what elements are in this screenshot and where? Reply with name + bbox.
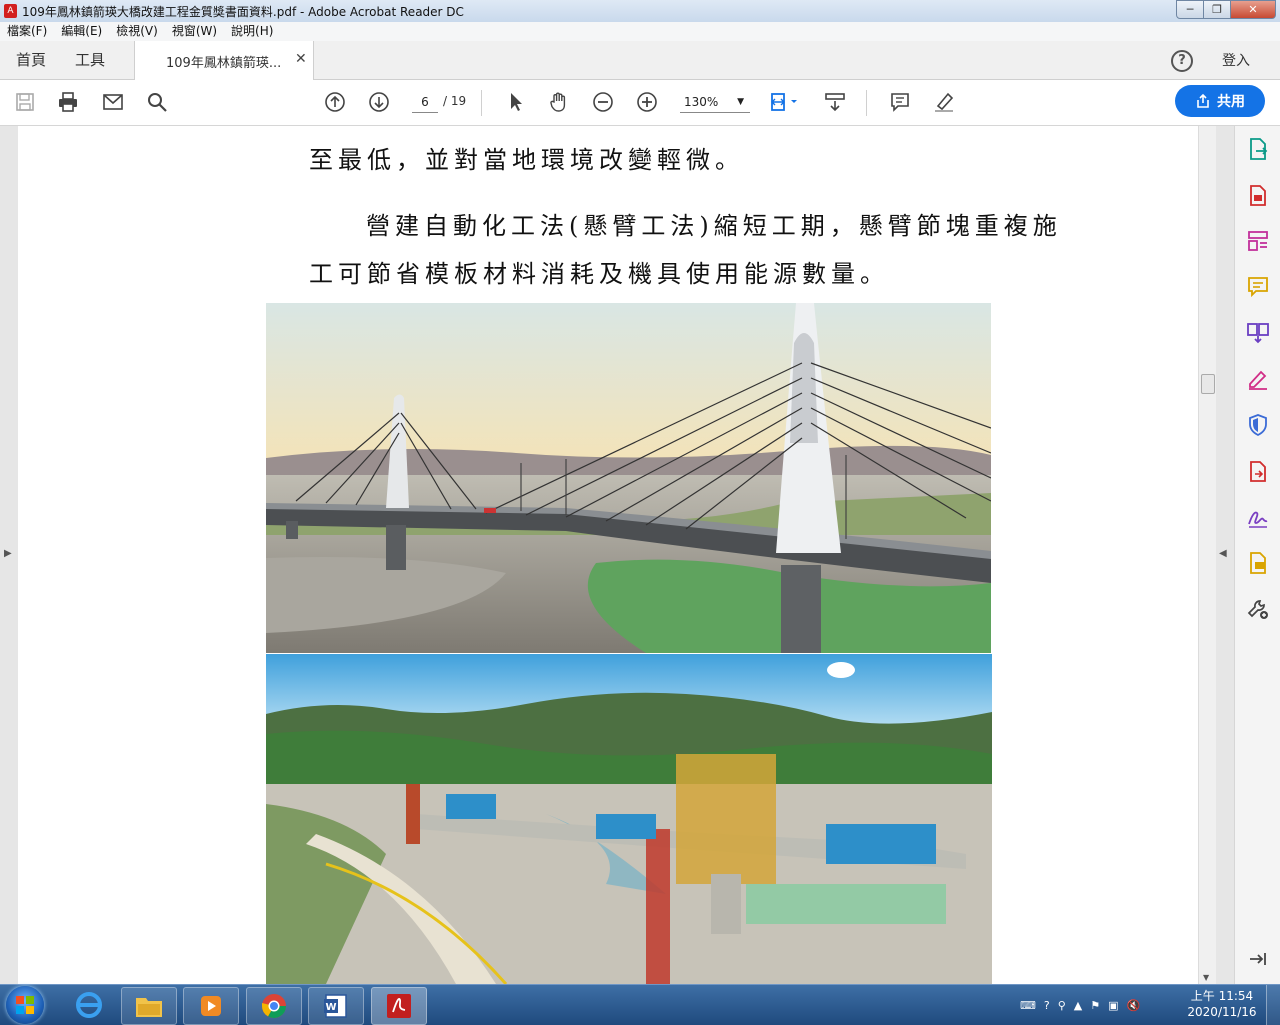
scrollbar-thumb[interactable] bbox=[1201, 374, 1215, 394]
zoom-out-icon[interactable] bbox=[591, 90, 615, 114]
menu-edit[interactable]: 編輯(E) bbox=[54, 22, 109, 41]
bridge-rendering-image bbox=[266, 303, 991, 653]
menu-window[interactable]: 視窗(W) bbox=[165, 22, 224, 41]
show-desktop-button[interactable] bbox=[1266, 985, 1280, 1025]
print-icon[interactable] bbox=[56, 90, 80, 114]
export-pdf-icon[interactable] bbox=[1246, 137, 1270, 161]
svg-text:W: W bbox=[325, 1002, 336, 1013]
document-text-line: 營建自動化工法(懸臂工法)縮短工期，懸臂節塊重複施 bbox=[366, 212, 1062, 240]
acrobat-app-icon: A bbox=[4, 4, 17, 18]
fill-sign-icon[interactable] bbox=[1246, 367, 1270, 391]
construction-site-photo bbox=[266, 654, 992, 984]
window-title: 109年鳳林鎮箭瑛大橋改建工程金質獎書面資料.pdf - Adobe Acrob… bbox=[22, 5, 464, 19]
acrobat-taskbar-icon[interactable] bbox=[371, 987, 427, 1025]
file-explorer-icon[interactable] bbox=[121, 987, 177, 1025]
protect-shield-icon[interactable] bbox=[1246, 413, 1270, 437]
windows-logo-icon bbox=[16, 996, 34, 1014]
tab-tools[interactable]: 工具 bbox=[75, 41, 105, 79]
share-button[interactable]: 共用 bbox=[1175, 85, 1265, 117]
system-tray: ⌨ ? ⚲ ▲ ⚑ ▣ 🔇 bbox=[1020, 989, 1140, 1021]
search-icon[interactable] bbox=[145, 90, 169, 114]
document-tab-label: 109年鳳林鎮箭瑛... bbox=[166, 56, 282, 71]
word-icon[interactable]: W bbox=[308, 987, 364, 1025]
document-text-line: 至最低，並對當地環境改變輕微。 bbox=[309, 146, 744, 174]
hand-tool-icon[interactable] bbox=[547, 90, 571, 114]
help-tray-icon[interactable]: ? bbox=[1044, 999, 1050, 1012]
comment-tool-icon[interactable] bbox=[1246, 275, 1270, 299]
chrome-icon[interactable] bbox=[246, 987, 302, 1025]
scroll-mode-icon[interactable] bbox=[823, 90, 847, 114]
fit-page-icon[interactable] bbox=[767, 90, 801, 114]
maximize-button[interactable]: ❐ bbox=[1203, 0, 1231, 19]
menu-bar: 檔案(F) 編輯(E) 檢視(V) 視窗(W) 說明(H) bbox=[0, 22, 1280, 42]
share-pdf-icon[interactable] bbox=[1246, 459, 1270, 483]
comment-icon[interactable] bbox=[888, 90, 912, 114]
window-controls: ─ ❐ ✕ bbox=[1176, 0, 1276, 19]
next-page-icon[interactable] bbox=[367, 90, 391, 114]
organize-comments-icon[interactable] bbox=[1246, 551, 1270, 575]
more-tools-icon[interactable] bbox=[1246, 597, 1270, 621]
tools-pane bbox=[1234, 126, 1280, 984]
zoom-level-select[interactable]: 130% ▼ bbox=[680, 92, 750, 113]
zoom-in-icon[interactable] bbox=[635, 90, 659, 114]
create-pdf-icon[interactable] bbox=[1246, 183, 1270, 207]
close-tab-icon[interactable]: ✕ bbox=[295, 51, 307, 67]
toolbar: 6 / 19 130% ▼ bbox=[0, 80, 1280, 126]
document-viewport[interactable]: 至最低，並對當地環境改變輕微。 營建自動化工法(懸臂工法)縮短工期，懸臂節塊重複… bbox=[0, 126, 1234, 984]
collapse-tools-pane-icon[interactable] bbox=[1246, 947, 1270, 971]
document-text-line: 工可節省模板材料消耗及機具使用能源數量。 bbox=[309, 260, 889, 288]
clock-date: 2020/11/16 bbox=[1187, 1005, 1257, 1019]
share-label: 共用 bbox=[1217, 94, 1245, 110]
menu-file[interactable]: 檔案(F) bbox=[0, 22, 54, 41]
page-total: / 19 bbox=[443, 94, 467, 108]
send-for-signature-icon[interactable] bbox=[1246, 505, 1270, 529]
highlight-pen-icon[interactable] bbox=[932, 90, 956, 114]
email-icon[interactable] bbox=[101, 90, 125, 114]
title-bar: A 109年鳳林鎮箭瑛大橋改建工程金質獎書面資料.pdf - Adobe Acr… bbox=[0, 0, 1280, 23]
monitor-tray-icon[interactable]: ▣ bbox=[1108, 999, 1118, 1012]
chevron-down-icon: ▼ bbox=[737, 97, 744, 107]
tab-document[interactable]: 109年鳳林鎮箭瑛... ✕ bbox=[134, 41, 314, 80]
media-player-icon[interactable] bbox=[183, 987, 239, 1025]
menu-view[interactable]: 檢視(V) bbox=[109, 22, 165, 41]
keyboard-icon[interactable]: ⌨ bbox=[1020, 999, 1036, 1012]
toolbar-divider bbox=[866, 90, 867, 116]
combine-files-icon[interactable] bbox=[1246, 321, 1270, 345]
pdf-page: 至最低，並對當地環境改變輕微。 營建自動化工法(懸臂工法)縮短工期，懸臂節塊重複… bbox=[18, 126, 1198, 984]
help-icon[interactable]: ? bbox=[1171, 50, 1193, 72]
page-number-input[interactable]: 6 bbox=[412, 92, 438, 113]
windows-taskbar: W ⌨ ? ⚲ ▲ ⚑ ▣ 🔇 上午 11:54 2020/11/16 bbox=[0, 984, 1280, 1025]
internet-explorer-icon[interactable] bbox=[62, 987, 116, 1023]
zoom-level-value: 130% bbox=[684, 95, 719, 109]
clock-time: 上午 11:54 bbox=[1190, 989, 1254, 1003]
signin-link[interactable]: 登入 bbox=[1222, 50, 1250, 70]
minimize-button[interactable]: ─ bbox=[1176, 0, 1204, 19]
previous-page-icon[interactable] bbox=[323, 90, 347, 114]
select-cursor-icon[interactable] bbox=[504, 90, 528, 114]
show-hidden-icons[interactable]: ▲ bbox=[1074, 999, 1082, 1012]
network-tray-icon[interactable]: ⚲ bbox=[1058, 999, 1066, 1012]
right-panel-collapse-icon[interactable]: ◀ bbox=[1219, 548, 1227, 559]
scroll-down-icon[interactable]: ▼ bbox=[1203, 973, 1209, 982]
tab-home[interactable]: 首頁 bbox=[16, 41, 46, 79]
close-window-button[interactable]: ✕ bbox=[1230, 0, 1276, 19]
left-panel-expand-icon[interactable]: ▶ bbox=[4, 548, 12, 559]
toolbar-divider bbox=[481, 90, 482, 116]
menu-help[interactable]: 說明(H) bbox=[224, 22, 280, 41]
vertical-scrollbar[interactable]: ▼ bbox=[1198, 126, 1216, 984]
save-icon[interactable] bbox=[13, 90, 37, 114]
share-icon bbox=[1197, 93, 1209, 108]
tabs-row: 首頁 工具 109年鳳林鎮箭瑛... ✕ bbox=[0, 41, 1280, 80]
volume-muted-icon[interactable]: 🔇 bbox=[1127, 999, 1141, 1012]
flag-tray-icon[interactable]: ⚑ bbox=[1090, 999, 1100, 1012]
taskbar-clock[interactable]: 上午 11:54 2020/11/16 bbox=[1186, 988, 1258, 1020]
edit-pdf-icon[interactable] bbox=[1246, 229, 1270, 253]
start-button[interactable] bbox=[6, 986, 44, 1024]
